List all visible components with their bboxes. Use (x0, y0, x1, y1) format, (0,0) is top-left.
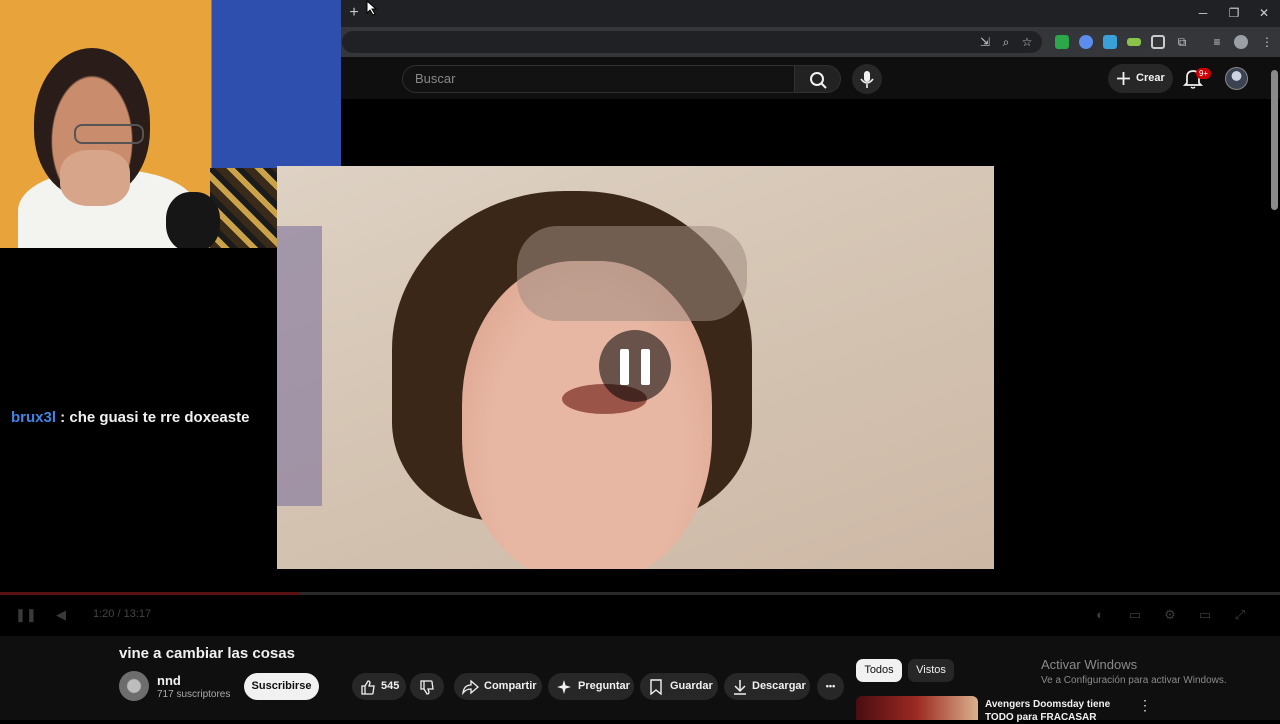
extensions-puzzle-icon[interactable]: ⧉ (1173, 33, 1191, 51)
subtitles-icon[interactable]: ▭ (1127, 607, 1143, 623)
browser-menu-icon[interactable]: ⋮ (1258, 33, 1276, 51)
chat-text: : che guasi te rre doxeaste (56, 409, 250, 426)
search-icon (810, 72, 827, 89)
video-title: vine a cambiar las cosas (119, 645, 295, 662)
download-label: Descargar (752, 680, 806, 692)
bookmark-icon (650, 679, 662, 695)
create-label: Crear (1136, 72, 1165, 84)
sparkle-icon (557, 680, 571, 694)
fullscreen-icon[interactable]: ⤢ (1232, 607, 1248, 623)
channel-name[interactable]: nnd (157, 673, 181, 688)
subscriber-count: 717 suscriptores (157, 689, 231, 700)
zoom-icon[interactable]: ⌕ (997, 33, 1015, 51)
extension-link-icon[interactable] (1127, 38, 1141, 46)
thumbs-down-icon (420, 680, 434, 695)
webcam-hand (60, 150, 130, 206)
like-count: 545 (381, 680, 400, 692)
omnibox[interactable] (342, 31, 1042, 53)
new-tab-button[interactable]: + (346, 4, 362, 22)
activation-subtitle: Ve a Configuración para activar Windows. (1041, 675, 1227, 686)
extension-screen-icon[interactable] (1151, 35, 1165, 49)
notification-badge: 9+ (1196, 68, 1211, 79)
share-label: Compartir (484, 680, 537, 692)
download-button[interactable]: Descargar (724, 673, 810, 700)
chat-username: brux3l (11, 409, 57, 426)
video-glasses (517, 226, 747, 321)
plus-icon (1117, 72, 1130, 85)
create-button[interactable]: Crear (1108, 64, 1173, 93)
account-avatar[interactable] (1225, 67, 1248, 90)
extension-translate-icon[interactable] (1103, 35, 1117, 49)
chat-message: brux3l : che guasi te rre doxeaste (11, 408, 249, 428)
pause-icon (641, 349, 650, 385)
play-pause-control-icon[interactable]: ❚❚ (15, 607, 37, 623)
reading-list-icon[interactable]: ≡ (1208, 33, 1226, 51)
bookmark-star-icon[interactable]: ☆ (1018, 33, 1036, 51)
subscribe-button[interactable]: Suscribirse (244, 673, 319, 700)
windows-activation-watermark: Activar Windows Ve a Configuración para … (1041, 657, 1227, 686)
thumbs-up-icon (361, 680, 375, 695)
search-input[interactable]: Buscar (402, 65, 795, 93)
share-icon (462, 679, 479, 695)
theater-mode-icon[interactable]: ▭ (1197, 607, 1213, 623)
minimize-button[interactable]: ─ (1191, 4, 1215, 22)
chip-watched[interactable]: Vistos (908, 659, 954, 682)
recommendation-title[interactable]: Avengers Doomsday tiene TODO para FRACAS… (985, 698, 1125, 724)
mouse-cursor-icon (366, 0, 378, 16)
save-button[interactable]: Guardar (640, 673, 718, 700)
more-actions-button[interactable]: ••• (817, 673, 844, 700)
profile-icon[interactable] (1234, 35, 1248, 49)
voice-search-button[interactable] (852, 64, 882, 94)
close-window-button[interactable]: ✕ (1252, 4, 1276, 22)
settings-gear-icon[interactable]: ⚙ (1162, 607, 1178, 623)
ask-button[interactable]: Preguntar (548, 673, 634, 700)
autoplay-toggle-icon[interactable]: ◐ (1092, 607, 1108, 623)
search-button[interactable] (795, 65, 841, 93)
microphone-icon (860, 71, 874, 88)
progress-bar-fill (0, 592, 300, 595)
restore-button[interactable]: ❐ (1222, 4, 1246, 22)
chip-all[interactable]: Todos (856, 659, 902, 682)
extension-sheets-icon[interactable] (1055, 35, 1069, 49)
activation-title: Activar Windows (1041, 657, 1138, 672)
share-button[interactable]: Compartir (454, 673, 542, 700)
dislike-button[interactable] (410, 673, 444, 700)
pause-icon (620, 349, 629, 385)
ask-label: Preguntar (578, 680, 630, 692)
pause-button[interactable] (599, 330, 671, 402)
save-label: Guardar (670, 680, 713, 692)
recommendation-thumbnail[interactable] (856, 696, 978, 720)
like-button[interactable]: 545 (352, 673, 406, 700)
webcam-glasses (74, 124, 144, 144)
install-app-icon[interactable]: ⇲ (976, 33, 994, 51)
volume-icon[interactable]: ◀ (53, 607, 69, 623)
recommendation-menu-icon[interactable]: ⋮ (1138, 697, 1152, 713)
time-display: 1:20 / 13:17 (93, 608, 152, 620)
extension-globe-icon[interactable] (1079, 35, 1093, 49)
download-icon (734, 680, 746, 695)
video-background-wall (277, 226, 322, 506)
channel-avatar[interactable] (119, 671, 149, 701)
webcam-microphone (166, 192, 220, 248)
page-scrollbar[interactable] (1271, 70, 1278, 210)
